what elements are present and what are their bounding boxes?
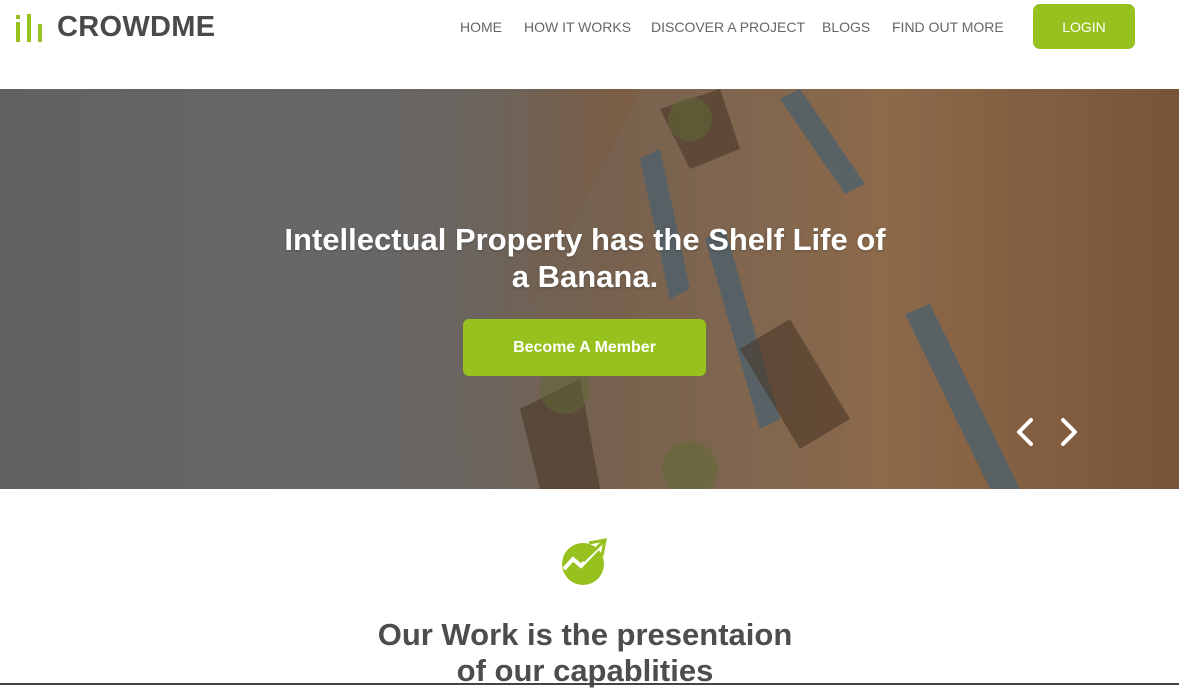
nav-item-blogs[interactable]: BLOGS (822, 18, 870, 36)
section-title-line-1: Our Work is the presentaion (377, 617, 793, 652)
nav-item-find-out-more[interactable]: FIND OUT MORE (892, 18, 1004, 36)
chevron-right-icon[interactable] (1057, 417, 1081, 447)
site-header: CROWDME HOME HOW IT WORKS DISCOVER A PRO… (0, 0, 1179, 89)
hero-title: Intellectual Property has the Shelf Life… (255, 221, 915, 295)
chevron-left-icon[interactable] (1013, 417, 1037, 447)
main-nav: HOME HOW IT WORKS DISCOVER A PROJECT BLO… (0, 18, 1179, 36)
section-title: Our Work is the presentaion of our capab… (300, 617, 870, 689)
nav-item-discover-project[interactable]: DISCOVER A PROJECT (651, 18, 805, 36)
hero-title-line-1: Intellectual Property has the Shelf Life… (284, 222, 886, 257)
hero-slider: Intellectual Property has the Shelf Life… (0, 89, 1179, 489)
growth-chart-icon (562, 538, 607, 585)
nav-item-how-it-works[interactable]: HOW IT WORKS (524, 18, 631, 36)
hero-title-line-2: a Banana. (511, 259, 659, 294)
nav-item-home[interactable]: HOME (460, 18, 502, 36)
login-button[interactable]: LOGIN (1033, 4, 1135, 49)
become-member-button[interactable]: Become A Member (463, 319, 706, 376)
